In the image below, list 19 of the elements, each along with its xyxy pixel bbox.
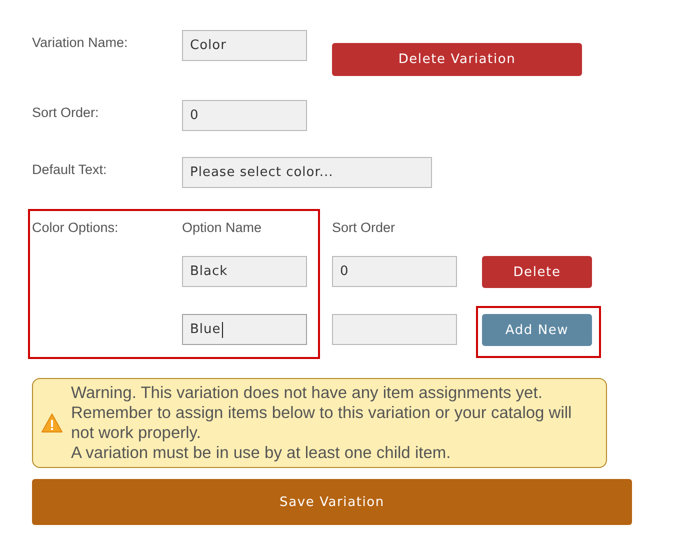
field-label: Sort Order: <box>32 104 100 120</box>
field-label: Variation Name: <box>32 34 129 50</box>
delete-button[interactable]: Delete <box>482 256 592 288</box>
add-new-button[interactable]: Add New <box>482 314 592 346</box>
column-header: Option Name <box>182 219 263 235</box>
input-field[interactable]: Blue <box>182 314 307 345</box>
warning-text: Warning. This variation does not have any item assignments yet. Remember to assign items below to this variation or your catalog will not work properly. A variation must be in use by at least one child item. <box>71 383 573 463</box>
warning-icon <box>41 413 63 433</box>
save-variation-button[interactable]: Save Variation <box>32 479 632 525</box>
column-header: Sort Order <box>332 219 396 235</box>
field-label: Default Text: <box>32 161 108 177</box>
input-field[interactable]: 0 <box>332 256 457 287</box>
input-field[interactable]: Black <box>182 256 307 287</box>
input-field[interactable]: 0 <box>182 100 307 131</box>
delete-variation-button[interactable]: Delete Variation <box>332 43 582 76</box>
section-label: Color Options: <box>32 219 120 235</box>
input-field[interactable]: Color <box>182 30 307 61</box>
input-field[interactable] <box>332 314 457 345</box>
input-field[interactable]: Please select color... <box>182 157 432 188</box>
